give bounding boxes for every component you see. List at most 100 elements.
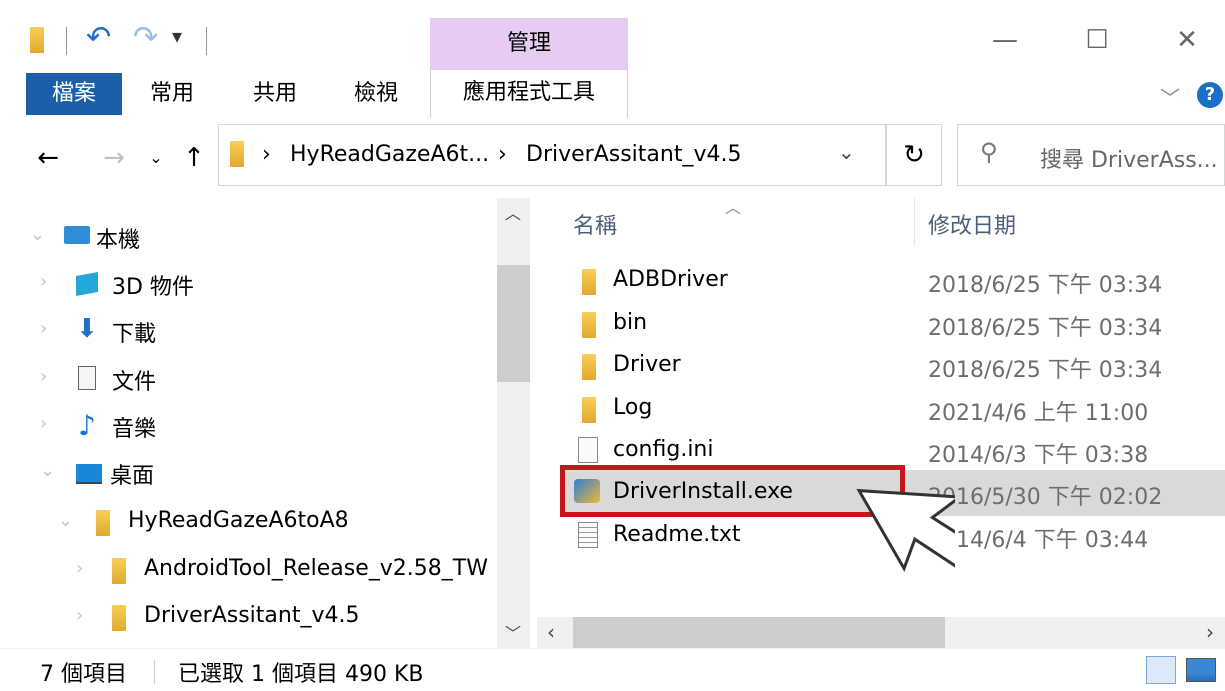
file-date: 2014/6/4 下午 03:44	[928, 528, 1149, 553]
file-date: 2021/4/6 上午 11:00	[928, 401, 1149, 426]
nav-item-label: 3D 物件	[112, 275, 194, 300]
scroll-up-icon[interactable]: ︿	[505, 200, 521, 224]
file-date: 2014/6/3 下午 03:38	[928, 443, 1149, 468]
large-icons-view-icon[interactable]	[1186, 658, 1216, 682]
column-header-date[interactable]: 修改日期	[928, 208, 1016, 240]
tab-share[interactable]: 共用	[243, 73, 307, 115]
nav-item-hyreadgaze[interactable]: ⌄ HyReadGazeA6toA8	[58, 508, 490, 538]
help-button[interactable]: ?	[1197, 82, 1223, 108]
chevron-right-icon[interactable]: ›	[40, 413, 47, 434]
file-name: ADBDriver	[613, 267, 728, 292]
file-name: Log	[613, 395, 653, 420]
nav-item-this-pc[interactable]: ⌄ 本機	[30, 222, 490, 253]
breadcrumb-item[interactable]: HyReadGazeA6t...	[290, 142, 489, 167]
document-icon	[78, 366, 96, 390]
recent-locations-button[interactable]: ⌄	[138, 138, 174, 178]
folder-icon	[230, 141, 244, 167]
nav-item-documents[interactable]: › 文件	[40, 364, 490, 395]
up-button[interactable]: ↑	[176, 138, 212, 178]
hscrollbar-thumb[interactable]	[573, 617, 945, 649]
file-row[interactable]: ADBDriver 2018/6/25 下午 03:34	[562, 265, 1225, 299]
chevron-down-icon[interactable]: ⌄	[30, 224, 45, 245]
chevron-right-icon[interactable]: ›	[76, 558, 83, 579]
nav-item-desktop[interactable]: ⌄ 桌面	[30, 458, 490, 489]
tab-view[interactable]: 檢視	[344, 73, 408, 115]
computer-icon	[64, 226, 90, 244]
file-name: bin	[613, 310, 648, 335]
status-selection: 已選取 1 個項目 490 KB	[178, 662, 424, 687]
breadcrumb-separator: ›	[498, 142, 507, 167]
file-row[interactable]: config.ini 2014/6/3 下午 03:38	[562, 435, 1225, 469]
file-name: Driver	[613, 352, 681, 377]
chevron-right-icon[interactable]: ›	[40, 366, 47, 387]
manage-tab[interactable]: 管理	[430, 18, 628, 70]
scroll-left-icon[interactable]: ‹	[547, 620, 555, 644]
download-icon: ⬇	[76, 314, 98, 344]
folder-icon	[582, 354, 596, 380]
scroll-down-icon[interactable]: ﹀	[505, 620, 521, 644]
undo-icon[interactable]: ↶	[86, 20, 111, 55]
tab-file[interactable]: 檔案	[26, 73, 122, 115]
file-name: config.ini	[613, 437, 714, 462]
folder-icon	[96, 510, 110, 536]
search-icon: ⚲	[980, 138, 998, 166]
maximize-button[interactable]: ☐	[1075, 20, 1119, 60]
folder-icon	[582, 312, 596, 338]
close-button[interactable]: ✕	[1165, 20, 1209, 60]
back-button[interactable]: ←	[30, 138, 66, 178]
details-view-icon[interactable]	[1146, 656, 1176, 684]
tab-app-tools[interactable]: 應用程式工具	[430, 70, 628, 118]
mouse-pointer-icon	[856, 488, 955, 573]
settings-file-icon	[578, 437, 598, 463]
music-icon: ♪	[78, 409, 96, 442]
status-separator	[154, 660, 155, 684]
folder-icon	[582, 397, 596, 423]
nav-item-androidtool[interactable]: › AndroidTool_Release_v2.58_TW	[76, 556, 496, 586]
separator	[66, 27, 67, 55]
breadcrumb-separator: ›	[262, 142, 271, 167]
breadcrumb-item[interactable]: DriverAssitant_v4.5	[526, 142, 741, 167]
chevron-right-icon[interactable]: ›	[76, 605, 83, 626]
file-row[interactable]: Log 2021/4/6 上午 11:00	[562, 393, 1225, 427]
refresh-button[interactable]: ↻	[886, 124, 942, 186]
redo-icon[interactable]: ↷	[133, 20, 158, 55]
scroll-right-icon[interactable]: ›	[1206, 620, 1214, 644]
folder-icon	[582, 269, 596, 295]
nav-item-label: 下載	[112, 322, 157, 347]
file-date: 2018/6/25 下午 03:34	[928, 273, 1163, 298]
nav-item-driverassitant[interactable]: › DriverAssitant_v4.5	[76, 603, 496, 633]
nav-item-music[interactable]: › ♪ 音樂	[40, 409, 490, 442]
nav-item-downloads[interactable]: › ⬇ 下載	[40, 314, 490, 347]
nav-item-label: AndroidTool_Release_v2.58_TW	[144, 556, 488, 581]
column-separator[interactable]	[914, 198, 915, 246]
file-date: 2016/5/30 下午 02:02	[928, 485, 1163, 510]
folder-icon	[112, 605, 126, 631]
nav-item-label: 音樂	[112, 417, 157, 442]
file-row[interactable]: Driver 2018/6/25 下午 03:34	[562, 350, 1225, 384]
chevron-down-icon[interactable]: ⌄	[58, 510, 73, 531]
chevron-down-icon[interactable]: ⌄	[40, 460, 55, 481]
folder-icon	[30, 27, 44, 53]
minimize-button[interactable]: —	[983, 20, 1027, 60]
nav-item-label: HyReadGazeA6toA8	[128, 508, 349, 533]
chevron-right-icon[interactable]: ›	[40, 271, 47, 292]
file-name: Readme.txt	[613, 522, 741, 547]
sort-ascending-icon: ︿	[725, 198, 742, 217]
3d-objects-icon	[76, 272, 98, 296]
column-header-name[interactable]: 名稱	[573, 208, 617, 240]
chevron-right-icon[interactable]: ›	[40, 318, 47, 339]
file-row[interactable]: bin 2018/6/25 下午 03:34	[562, 308, 1225, 342]
tab-home[interactable]: 常用	[140, 73, 204, 115]
forward-button[interactable]: →	[96, 138, 132, 178]
address-dropdown-icon[interactable]: ⌄	[838, 140, 855, 164]
nav-scrollbar-thumb[interactable]	[497, 265, 530, 382]
separator	[206, 27, 207, 55]
nav-item-3d-objects[interactable]: › 3D 物件	[40, 269, 490, 300]
folder-icon	[112, 558, 126, 584]
nav-item-label: 本機	[96, 228, 141, 253]
expand-ribbon-icon[interactable]: ﹀	[1160, 82, 1180, 111]
nav-item-label: DriverAssitant_v4.5	[144, 603, 360, 628]
customize-toolbar-icon[interactable]: ▾	[172, 24, 182, 48]
search-placeholder: 搜尋 DriverAss...	[1040, 148, 1218, 173]
desktop-icon	[76, 464, 102, 484]
